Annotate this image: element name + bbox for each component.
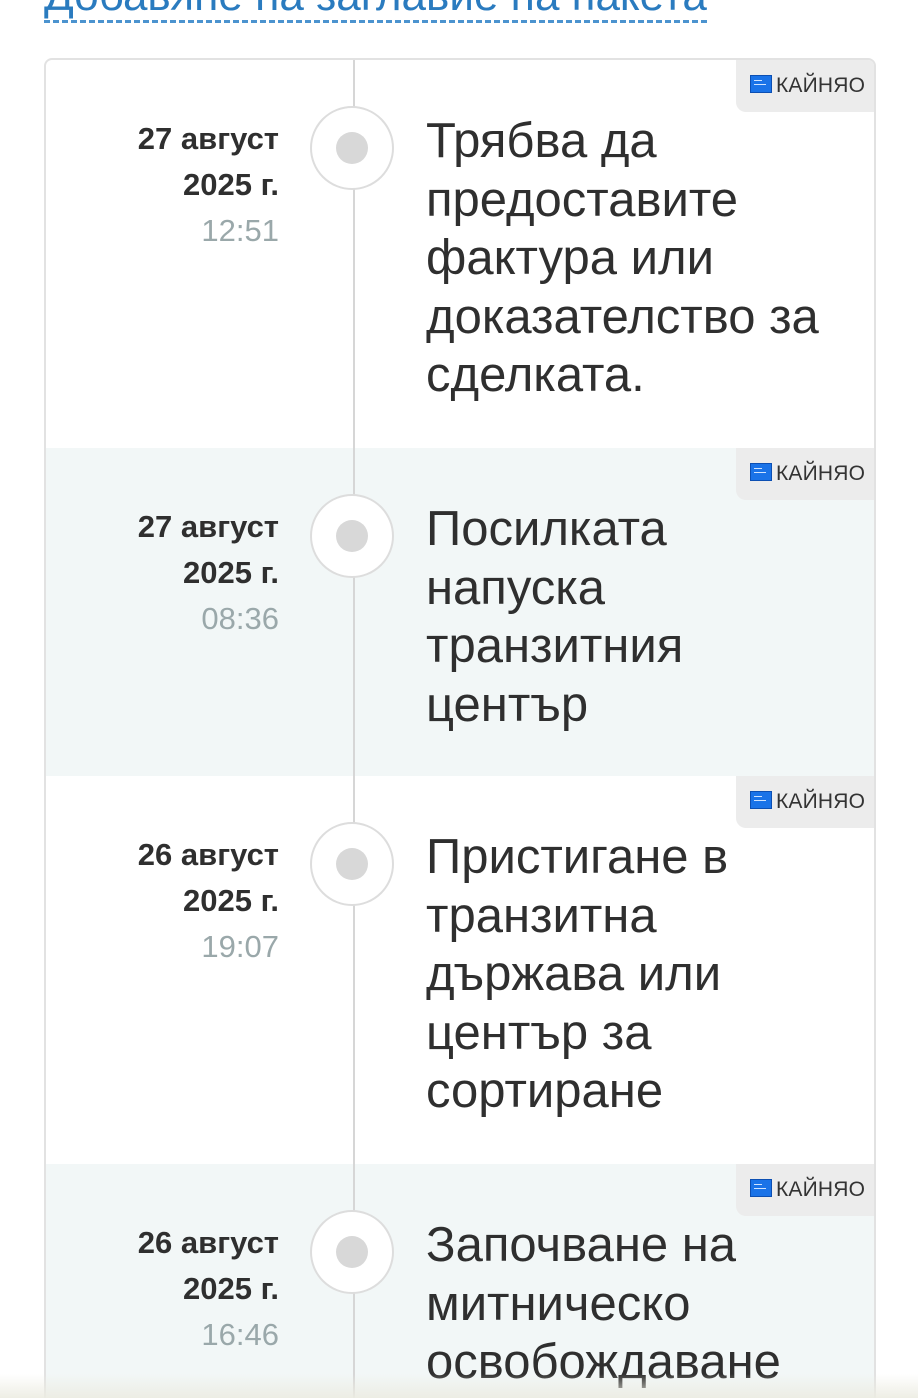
event-time: 08:36: [201, 601, 279, 636]
carrier-badge: КАЙНЯО: [736, 60, 874, 112]
event-time: 19:07: [201, 929, 279, 964]
event-description: Започване на митническо освобождаване: [426, 1218, 781, 1389]
timeline-dot-icon: [310, 106, 394, 190]
carrier-name: КАЙНЯО: [776, 790, 866, 813]
timeline-event: КАЙНЯО 27 август 2025 г. 08:36 Посилката…: [46, 448, 874, 776]
event-time: 12:51: [201, 213, 279, 248]
event-description: Посилката напуска транзитния център: [426, 502, 684, 732]
timeline-event: КАЙНЯО 26 август 2025 г. 19:07 Пристиган…: [46, 776, 874, 1164]
event-datetime: 27 август 2025 г. 12:51: [138, 116, 279, 254]
event-year: 2025 г.: [183, 167, 279, 202]
bottom-edge-shadow: [0, 1374, 918, 1398]
timeline-event: КАЙНЯО 26 август 2025 г. 16:46 Започване…: [46, 1164, 874, 1398]
event-year: 2025 г.: [183, 1271, 279, 1306]
add-package-title-link[interactable]: Добавяне на заглавие на пакета: [44, 0, 707, 23]
timeline-event: КАЙНЯО 27 август 2025 г. 12:51 Трябва да…: [46, 60, 874, 448]
tracking-timeline: КАЙНЯО 27 август 2025 г. 12:51 Трябва да…: [44, 58, 876, 1398]
carrier-badge: КАЙНЯО: [736, 448, 874, 500]
timeline-dot-icon: [310, 1210, 394, 1294]
timeline-line: [353, 60, 355, 1398]
carrier-logo-icon: [750, 791, 772, 809]
event-description: Трябва да предоставите фактура или доказ…: [426, 114, 819, 402]
carrier-name: КАЙНЯО: [776, 1178, 866, 1201]
timeline-dot-icon: [310, 822, 394, 906]
event-date: 27 август: [137, 121, 279, 156]
tracking-page: Добавяне на заглавие на пакета КАЙНЯО 27…: [0, 0, 918, 1398]
carrier-badge: КАЙНЯО: [736, 1164, 874, 1216]
event-date: 27 август: [137, 509, 279, 544]
carrier-logo-icon: [750, 463, 772, 481]
timeline-dot-icon: [310, 494, 394, 578]
carrier-logo-icon: [750, 1179, 772, 1197]
event-datetime: 26 август 2025 г. 19:07: [138, 832, 279, 970]
event-year: 2025 г.: [183, 883, 279, 918]
carrier-badge: КАЙНЯО: [736, 776, 874, 828]
event-description: Пристигане в транзитна държава или центъ…: [426, 830, 729, 1118]
event-datetime: 26 август 2025 г. 16:46: [138, 1220, 279, 1358]
event-year: 2025 г.: [183, 555, 279, 590]
carrier-name: КАЙНЯО: [776, 74, 866, 97]
event-time: 16:46: [201, 1317, 279, 1352]
event-date: 26 август: [137, 1225, 279, 1260]
carrier-logo-icon: [750, 75, 772, 93]
carrier-name: КАЙНЯО: [776, 462, 866, 485]
event-datetime: 27 август 2025 г. 08:36: [138, 504, 279, 642]
event-date: 26 август: [137, 837, 279, 872]
